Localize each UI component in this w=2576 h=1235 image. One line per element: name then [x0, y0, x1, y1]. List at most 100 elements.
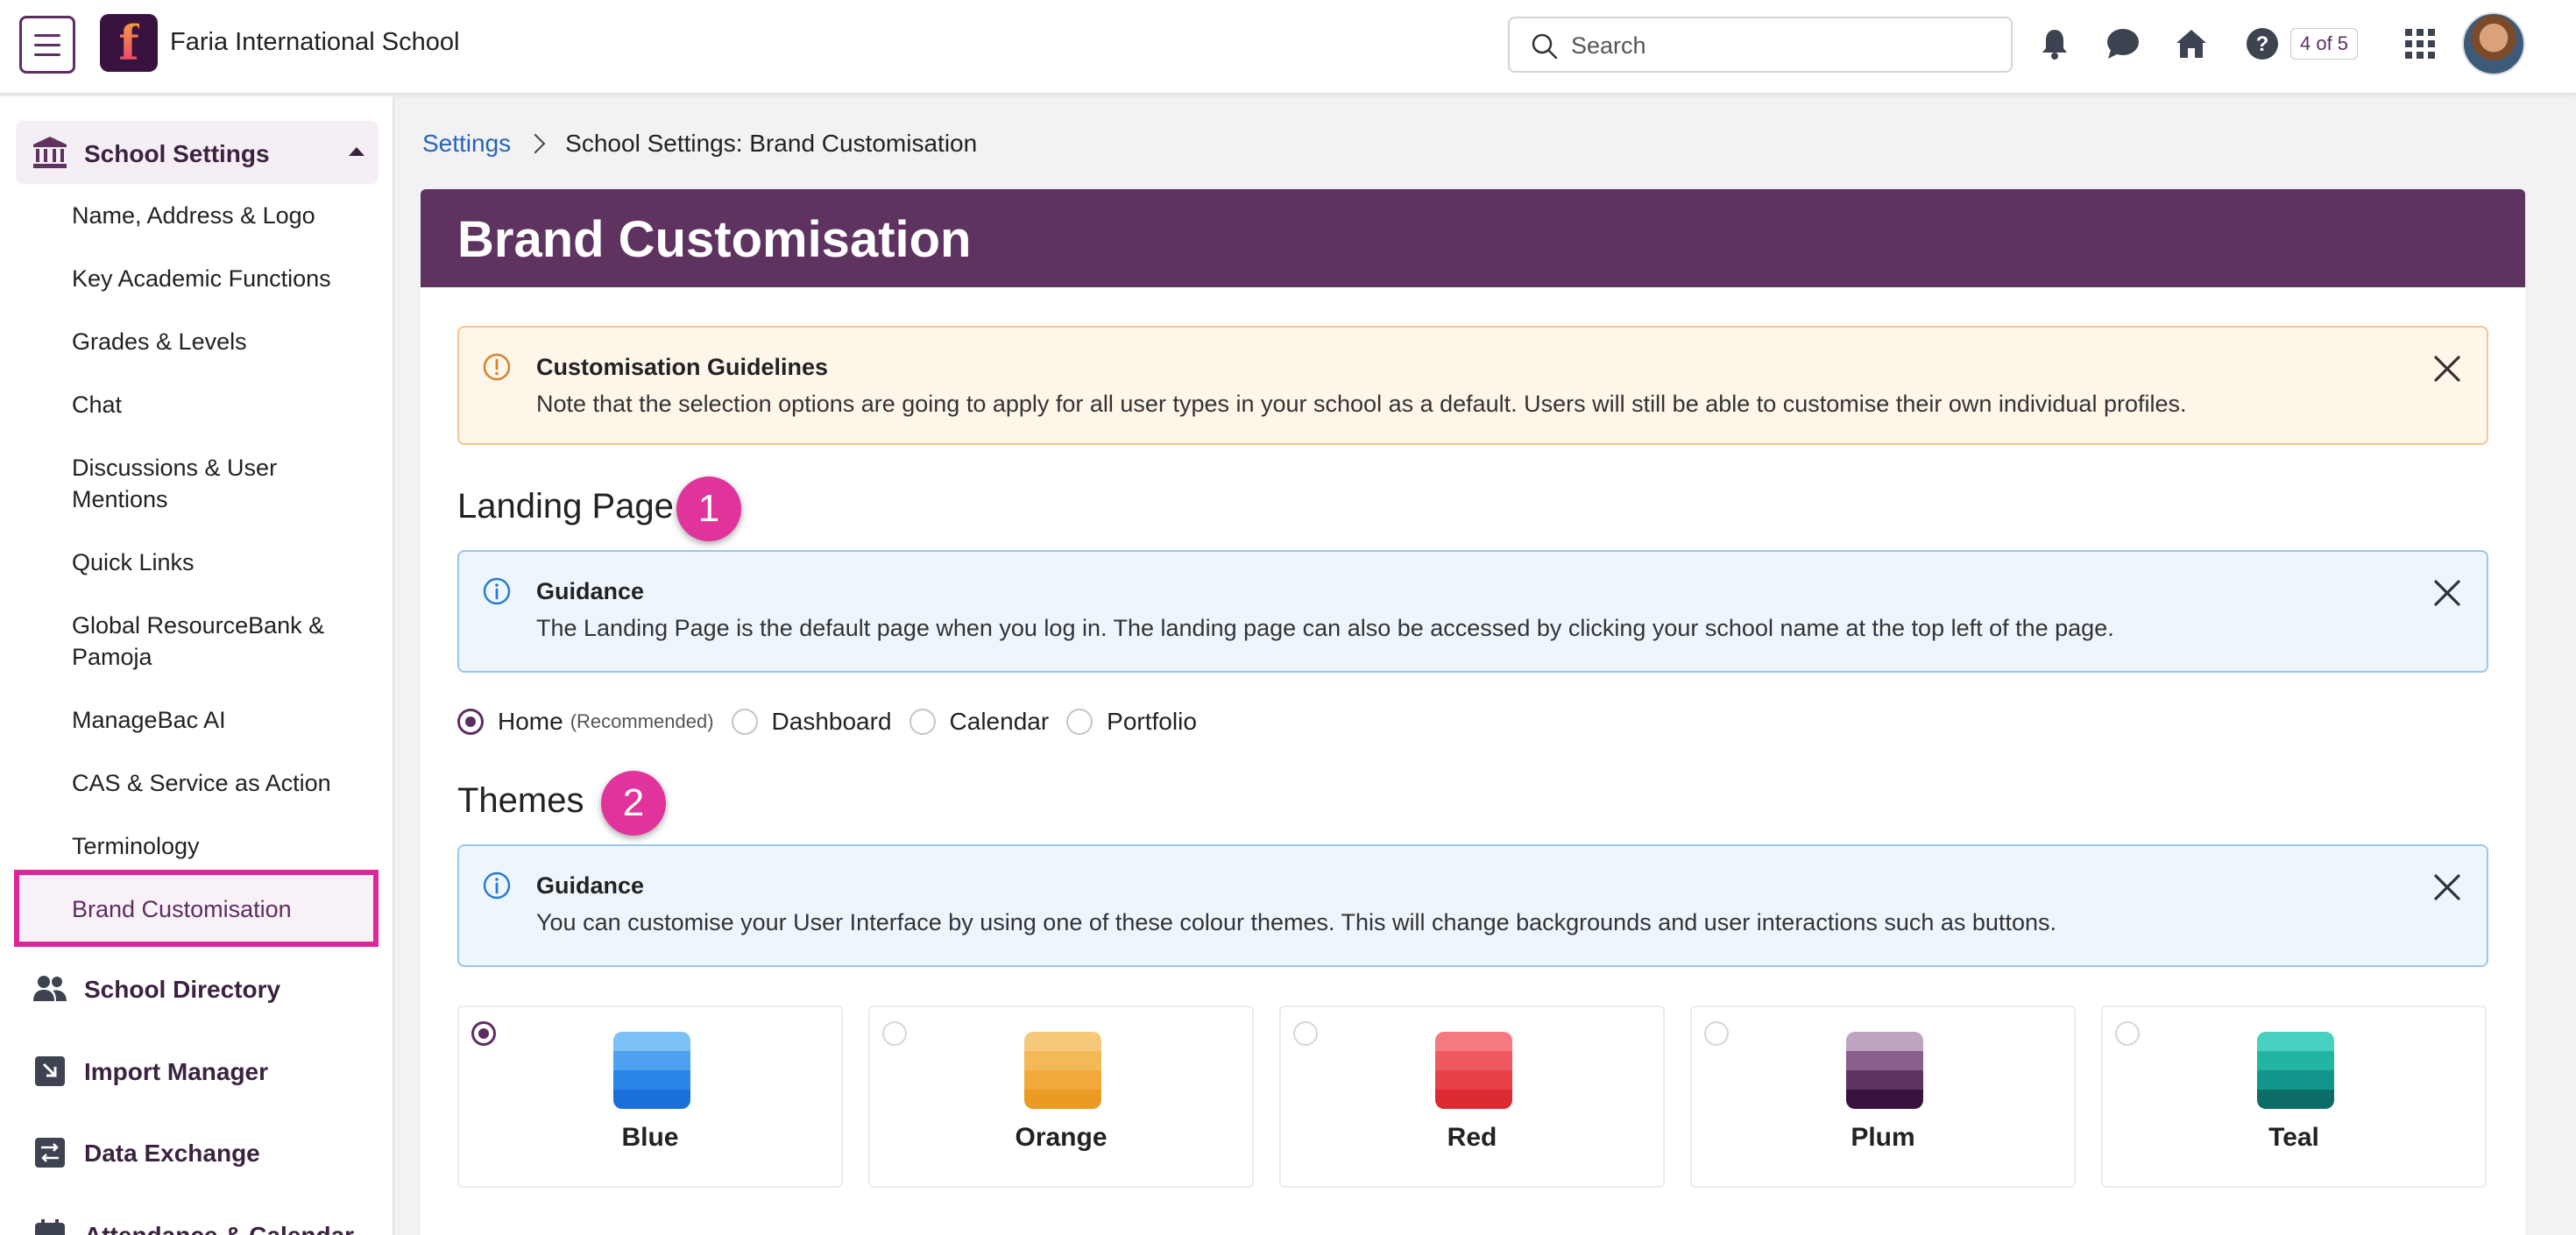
radio-button[interactable]: [1293, 1021, 1318, 1046]
themes-guidance-alert: Guidance You can customise your User Int…: [457, 844, 2488, 967]
guidelines-alert: Customisation Guidelines Note that the s…: [457, 326, 2488, 445]
sidebar-item-terminology[interactable]: Terminology: [72, 830, 370, 862]
landing-option-portfolio[interactable]: Portfolio: [1066, 708, 1197, 736]
sidebar-main-label: School Directory: [84, 976, 281, 1003]
radio-button[interactable]: [1066, 709, 1093, 735]
chevron-up-icon[interactable]: [349, 147, 364, 156]
sidebar-item-school-directory[interactable]: School Directory: [33, 968, 384, 1012]
breadcrumb: Settings School Settings: Brand Customis…: [422, 130, 977, 158]
alert-text: The Landing Page is the default page whe…: [536, 615, 2114, 641]
alert-text: Note that the selection options are goin…: [536, 391, 2187, 417]
sidebar-item-data-exchange[interactable]: Data Exchange: [33, 1132, 384, 1175]
theme-options: Blue Orange Red Plum Teal: [457, 1006, 2488, 1188]
landing-page-options: Home (Recommended) Dashboard Calendar Po…: [457, 708, 1214, 736]
sidebar-item-cas-service[interactable]: CAS & Service as Action: [72, 767, 370, 799]
sidebar-item-quick-links[interactable]: Quick Links: [72, 547, 370, 578]
info-icon: [483, 577, 511, 605]
landing-option-calendar[interactable]: Calendar: [909, 708, 1050, 736]
option-hint: (Recommended): [570, 710, 714, 732]
apps-grid-icon[interactable]: [2403, 25, 2438, 63]
step-badge-1: 1: [676, 476, 741, 541]
theme-option-teal[interactable]: Teal: [2101, 1006, 2487, 1188]
warning-icon: [483, 353, 511, 381]
search-icon: [1532, 33, 1558, 60]
option-label: Portfolio: [1107, 708, 1197, 735]
sidebar-item-discussions[interactable]: Discussions & User Mentions: [72, 452, 370, 515]
sidebar-item-managebac-ai[interactable]: ManageBac AI: [72, 704, 370, 736]
menu-line: [34, 53, 60, 56]
sidebar-item-key-academic-functions[interactable]: Key Academic Functions: [72, 263, 370, 294]
close-icon[interactable]: [2431, 576, 2464, 610]
home-icon[interactable]: [2174, 25, 2209, 63]
alert-title: Guidance: [536, 578, 645, 604]
theme-option-red[interactable]: Red: [1279, 1006, 1665, 1188]
school-logo[interactable]: f: [100, 14, 158, 72]
radio-button[interactable]: [909, 709, 936, 735]
chevron-right-icon: [525, 133, 546, 154]
sidebar: School Settings Name, Address & Logo Key…: [0, 96, 394, 1235]
color-swatch: [613, 1032, 690, 1109]
page-header: Brand Customisation: [421, 189, 2525, 287]
color-swatch: [1024, 1032, 1101, 1109]
sidebar-main-label: Import Manager: [84, 1058, 269, 1085]
sidebar-item-global-resourcebank[interactable]: Global ResourceBank & Pamoja: [72, 610, 370, 673]
radio-button[interactable]: [882, 1021, 907, 1046]
info-icon: [483, 872, 511, 900]
alert-title: Customisation Guidelines: [536, 354, 829, 380]
school-name-link[interactable]: Faria International School: [170, 28, 459, 57]
theme-name: Blue: [621, 1123, 679, 1152]
help-icon[interactable]: ?: [2245, 25, 2280, 63]
radio-button[interactable]: [2115, 1021, 2140, 1046]
radio-button[interactable]: [457, 709, 484, 735]
theme-name: Plum: [1851, 1123, 1915, 1152]
option-label: Home: [498, 708, 563, 735]
help-counter-badge[interactable]: 4 of 5: [2290, 28, 2359, 60]
sidebar-section-label: School Settings: [84, 140, 270, 167]
sidebar-section-school-settings[interactable]: School Settings: [16, 121, 379, 184]
sidebar-item-brand-customisation[interactable]: Brand Customisation: [72, 893, 370, 925]
sidebar-item-grades-levels[interactable]: Grades & Levels: [72, 326, 370, 357]
calendar-icon: [35, 1219, 65, 1235]
menu-line: [34, 43, 60, 46]
step-badge-2: 2: [601, 771, 666, 836]
theme-name: Red: [1447, 1123, 1497, 1152]
search-box[interactable]: [1508, 17, 2013, 73]
sidebar-main-label: Data Exchange: [84, 1140, 260, 1167]
sidebar-item-name-address-logo[interactable]: Name, Address & Logo: [72, 200, 370, 231]
radio-button[interactable]: [731, 709, 758, 735]
color-swatch: [2257, 1032, 2334, 1109]
landing-option-home[interactable]: Home (Recommended): [457, 708, 714, 736]
top-bar: f Faria International School ? 4 of 5: [0, 0, 2576, 95]
data-exchange-icon: [35, 1138, 65, 1168]
sidebar-item-attendance-calendar[interactable]: Attendance & Calendar: [33, 1214, 384, 1235]
themes-heading: Themes: [457, 781, 584, 820]
people-icon: [33, 976, 67, 1001]
theme-name: Orange: [1015, 1123, 1108, 1152]
color-swatch: [1435, 1032, 1512, 1109]
sidebar-item-import-manager[interactable]: Import Manager: [33, 1050, 384, 1094]
theme-option-orange[interactable]: Orange: [868, 1006, 1254, 1188]
bank-icon: [33, 137, 67, 168]
radio-button[interactable]: [1704, 1021, 1729, 1046]
landing-option-dashboard[interactable]: Dashboard: [731, 708, 892, 736]
menu-line: [34, 33, 60, 37]
close-icon[interactable]: [2431, 871, 2464, 904]
landing-guidance-alert: Guidance The Landing Page is the default…: [457, 550, 2488, 673]
page-title: Brand Customisation: [457, 211, 972, 268]
option-label: Calendar: [949, 708, 1050, 735]
search-input[interactable]: [1571, 27, 2000, 64]
close-icon[interactable]: [2431, 352, 2464, 385]
bell-icon[interactable]: [2037, 25, 2072, 63]
theme-name: Teal: [2268, 1123, 2319, 1152]
svg-text:?: ?: [2256, 32, 2269, 56]
sidebar-item-chat[interactable]: Chat: [72, 389, 370, 420]
sidebar-main-label: Attendance & Calendar: [84, 1222, 354, 1235]
alert-text: You can customise your User Interface by…: [536, 909, 2056, 935]
theme-option-plum[interactable]: Plum: [1690, 1006, 2076, 1188]
radio-button[interactable]: [471, 1021, 496, 1046]
user-avatar[interactable]: [2462, 12, 2525, 75]
breadcrumb-settings-link[interactable]: Settings: [422, 130, 511, 158]
chat-icon[interactable]: [2105, 25, 2141, 63]
hamburger-menu-button[interactable]: [19, 16, 75, 74]
theme-option-blue[interactable]: Blue: [457, 1006, 843, 1188]
